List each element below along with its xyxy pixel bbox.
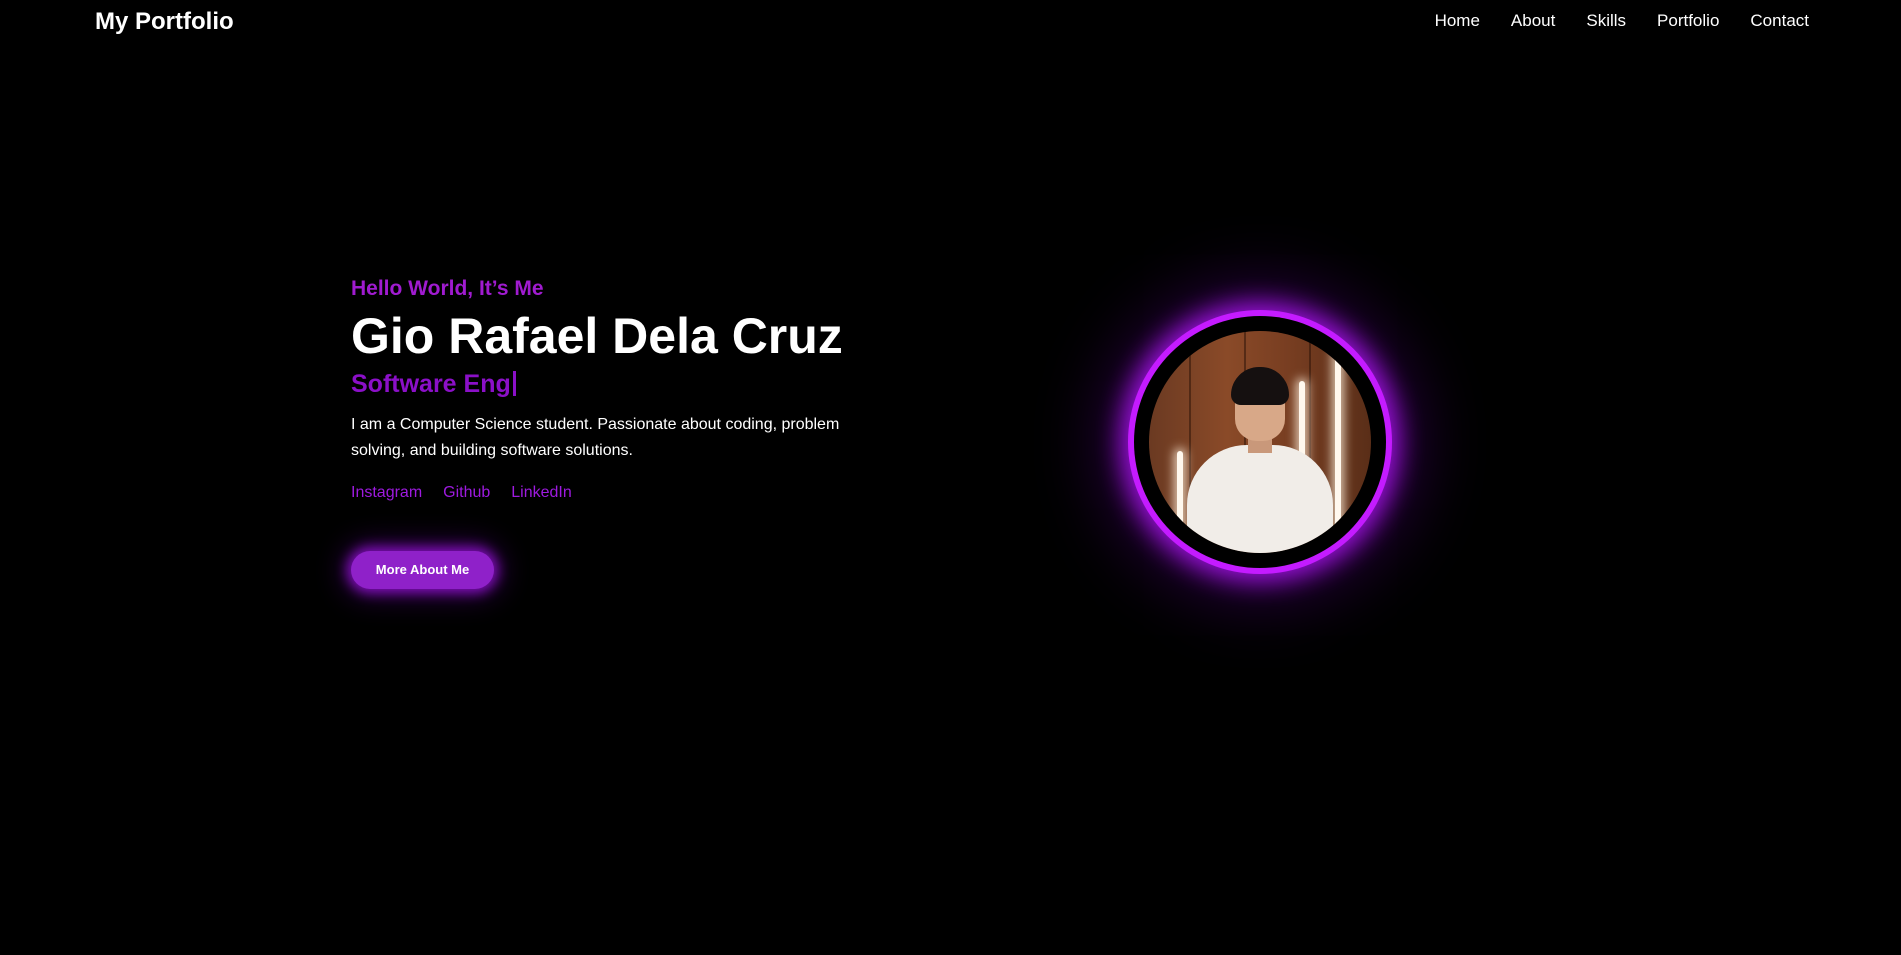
person-hair: [1231, 367, 1289, 405]
hero-name: Gio Rafael Dela Cruz: [351, 308, 843, 364]
social-link-instagram[interactable]: Instagram: [351, 483, 422, 503]
nav-link-contact[interactable]: Contact: [1750, 11, 1809, 31]
page: My Portfolio Home About Skills Portfolio…: [0, 0, 1901, 955]
hero-role: Software Eng: [351, 369, 871, 399]
nav-link-skills[interactable]: Skills: [1586, 11, 1626, 31]
site-logo[interactable]: My Portfolio: [95, 8, 234, 36]
hero-bio: I am a Computer Science student. Passion…: [351, 416, 840, 459]
typing-caret: [512, 371, 516, 396]
main-nav: Home About Skills Portfolio Contact: [1435, 11, 1809, 31]
typed-role-text: Software Eng: [351, 370, 511, 398]
social-link-linkedin[interactable]: LinkedIn: [511, 483, 572, 503]
hero-greeting: Hello World, It’s Me: [351, 277, 544, 300]
light-bar: [1177, 451, 1183, 551]
profile-image-frame: [1134, 316, 1386, 568]
profile-photo: [1149, 331, 1371, 553]
light-bar: [1335, 349, 1341, 549]
social-link-github[interactable]: Github: [443, 483, 490, 503]
nav-link-home[interactable]: Home: [1435, 11, 1480, 31]
nav-link-about[interactable]: About: [1511, 11, 1555, 31]
more-about-me-button[interactable]: More About Me: [351, 551, 494, 589]
nav-link-portfolio[interactable]: Portfolio: [1657, 11, 1719, 31]
social-links: Instagram Github LinkedIn: [351, 483, 871, 503]
person-body: [1187, 445, 1333, 553]
site-header: My Portfolio Home About Skills Portfolio…: [0, 0, 1901, 44]
hero-content: Hello World, It’s Me Gio Rafael Dela Cru…: [351, 276, 871, 589]
